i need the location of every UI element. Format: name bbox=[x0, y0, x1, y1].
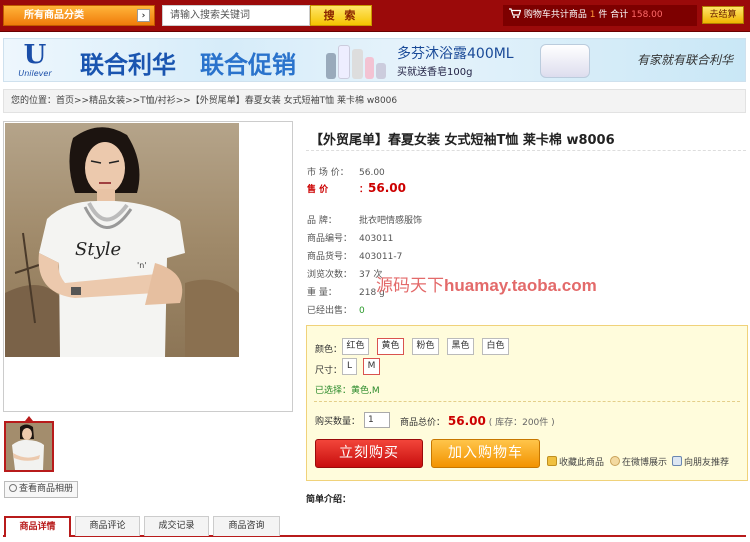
color-option-white[interactable]: 白色 bbox=[482, 338, 509, 355]
product-jar-image bbox=[540, 44, 590, 78]
brand-value: 批衣吧情感服饰 bbox=[359, 216, 423, 226]
sale-price-value: 56.00 bbox=[368, 181, 406, 195]
banner-product-line: 多芬沐浴露400ML bbox=[397, 46, 514, 62]
quantity-input[interactable]: 1 bbox=[364, 412, 390, 428]
color-label: 颜色： bbox=[315, 345, 343, 355]
sku-row: 商品货号： 403011-7 bbox=[307, 252, 403, 262]
banner-headline-1: 联合利华 bbox=[80, 52, 176, 79]
cart-summary[interactable]: 购物车共计商品 1 件 合计 158.00 bbox=[503, 5, 697, 26]
weight-row: 重 量： 218 g bbox=[307, 288, 385, 298]
banner-headline-2: 联合促销 bbox=[200, 52, 296, 79]
recommend-icon bbox=[672, 456, 682, 466]
sale-price-row: 售 价：56.00 bbox=[307, 181, 406, 195]
view-album-button[interactable]: 查看商品相册 bbox=[4, 481, 78, 498]
color-option-red[interactable]: 红色 bbox=[342, 338, 369, 355]
total-price-value: 56.00 bbox=[447, 414, 486, 428]
view-album-label: 查看商品相册 bbox=[19, 484, 74, 494]
item-number-row: 商品编号： 403011 bbox=[307, 234, 394, 244]
all-categories-button[interactable]: 所有商品分类 › bbox=[3, 5, 155, 26]
market-price-row: 市 场 价： 56.00 bbox=[307, 168, 385, 178]
cart-label: 购物车共计商品 bbox=[523, 10, 587, 20]
product-title: 【外贸尾单】春夏女装 女式短袖T恤 莱卡棉 w8006 bbox=[310, 133, 615, 148]
weibo-icon bbox=[610, 456, 620, 466]
recommend-link[interactable]: 向朋友推荐 bbox=[672, 455, 729, 468]
size-label: 尺寸： bbox=[315, 366, 343, 376]
tab-reviews[interactable]: 商品评论 bbox=[75, 516, 140, 536]
selection-summary: 已选择：黄色,M bbox=[315, 386, 380, 396]
tab-transactions[interactable]: 成交记录 bbox=[144, 516, 209, 536]
favorite-icon bbox=[547, 456, 557, 466]
brief-intro-label: 简单介绍： bbox=[306, 495, 352, 505]
color-option-yellow[interactable]: 黄色 bbox=[377, 338, 404, 355]
color-option-pink[interactable]: 粉色 bbox=[412, 338, 439, 355]
views-row: 浏览次数： 37 次 bbox=[307, 270, 383, 280]
tab-inquiries[interactable]: 商品咨询 bbox=[213, 516, 280, 536]
cart-icon bbox=[509, 8, 522, 18]
size-option-m[interactable]: M bbox=[363, 358, 380, 375]
quantity-label: 购买数量： bbox=[315, 417, 361, 427]
size-option-l[interactable]: L bbox=[342, 358, 357, 375]
breadcrumb[interactable]: 您的位置：首页>>精品女装>>T恤/衬衫>>【外贸尾单】春夏女装 女式短袖T恤 … bbox=[3, 89, 746, 113]
tab-product-details[interactable]: 商品详情 bbox=[4, 516, 71, 537]
options-divider bbox=[314, 401, 740, 402]
chevron-right-icon: › bbox=[137, 9, 150, 22]
checkout-button[interactable]: 去结算 bbox=[702, 6, 744, 24]
product-thumbnail[interactable] bbox=[4, 421, 54, 472]
search-button[interactable]: 搜 索 bbox=[310, 5, 372, 26]
cart-total: 158.00 bbox=[631, 10, 663, 20]
product-bottles-image bbox=[324, 43, 388, 79]
banner-slogan: 有家就有联合利华 bbox=[637, 53, 734, 67]
magnifier-icon bbox=[9, 484, 17, 492]
sold-row: 已经出售： 0 bbox=[307, 306, 365, 316]
favorite-link[interactable]: 收藏此商品 bbox=[547, 455, 604, 468]
promo-banner[interactable]: U Unilever 联合利华 联合促销 多芬沐浴露400ML 买就送香皂100… bbox=[3, 38, 746, 82]
brand-row: 品 牌： 批衣吧情感服饰 bbox=[307, 216, 423, 226]
all-categories-label: 所有商品分类 bbox=[24, 10, 84, 21]
weibo-share-link[interactable]: 在微博展示 bbox=[610, 455, 667, 468]
watermark-text: 源码天下huamay.taoba.com bbox=[376, 276, 597, 295]
banner-offer-line: 买就送香皂100g bbox=[397, 67, 473, 78]
product-main-image[interactable]: Style 'n' bbox=[5, 123, 239, 357]
sku-value: 403011-7 bbox=[359, 252, 403, 262]
color-option-black[interactable]: 黑色 bbox=[447, 338, 474, 355]
market-price-value: 56.00 bbox=[359, 168, 385, 178]
unilever-logo: U Unilever bbox=[18, 40, 52, 78]
add-to-cart-button[interactable]: 加入购物车 bbox=[431, 439, 540, 468]
search-input[interactable]: 请输入搜索关键词 bbox=[162, 5, 310, 26]
cart-count: 1 bbox=[589, 10, 596, 20]
svg-text:Style: Style bbox=[75, 239, 121, 260]
cart-unit: 件 合计 bbox=[598, 10, 629, 20]
item-number-value: 403011 bbox=[359, 234, 394, 244]
svg-text:'n': 'n' bbox=[137, 261, 146, 270]
sold-value: 0 bbox=[359, 306, 365, 316]
stock-text: ( 库存：200件 ) bbox=[488, 418, 555, 428]
buy-now-button[interactable]: 立刻购买 bbox=[315, 439, 423, 468]
title-divider bbox=[306, 150, 746, 151]
total-price-row: 商品总价： 56.00 ( 库存：200件 ) bbox=[400, 414, 555, 428]
